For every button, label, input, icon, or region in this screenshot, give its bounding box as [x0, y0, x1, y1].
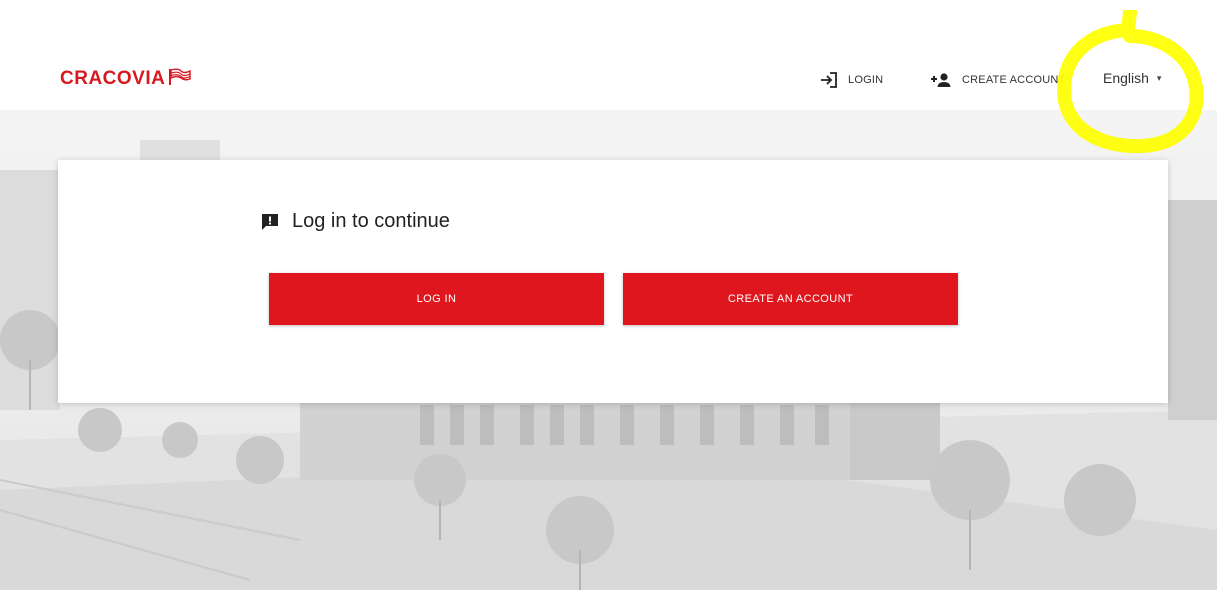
- create-account-button[interactable]: CREATE AN ACCOUNT: [623, 273, 958, 325]
- nav-create-account-label: CREATE ACCOUNT: [962, 74, 1066, 86]
- nav-create-account-link[interactable]: CREATE ACCOUNT: [930, 68, 1065, 92]
- login-prompt-card: Log in to continue LOG IN CREATE AN ACCO…: [58, 160, 1168, 403]
- flag-icon: [169, 68, 192, 85]
- brand-name: CRACOVIA: [60, 68, 166, 89]
- language-label: English: [1103, 70, 1149, 86]
- log-in-button[interactable]: LOG IN: [269, 273, 604, 325]
- chevron-down-icon: ▾: [1156, 72, 1162, 83]
- language-selector[interactable]: English ▾: [1103, 70, 1161, 86]
- alert-message-icon: [262, 213, 278, 230]
- nav-login-link[interactable]: LOGIN: [820, 68, 883, 92]
- login-arrow-icon: [821, 72, 837, 88]
- brand-logo[interactable]: CRACOVIA: [60, 68, 192, 90]
- card-title-text: Log in to continue: [292, 210, 450, 232]
- add-user-icon: [931, 73, 951, 87]
- nav-login-label: LOGIN: [848, 74, 884, 86]
- top-header: CRACOVIA LOGIN CREATE ACCOUNT English ▾: [0, 0, 1217, 110]
- card-title: Log in to continue: [260, 210, 450, 233]
